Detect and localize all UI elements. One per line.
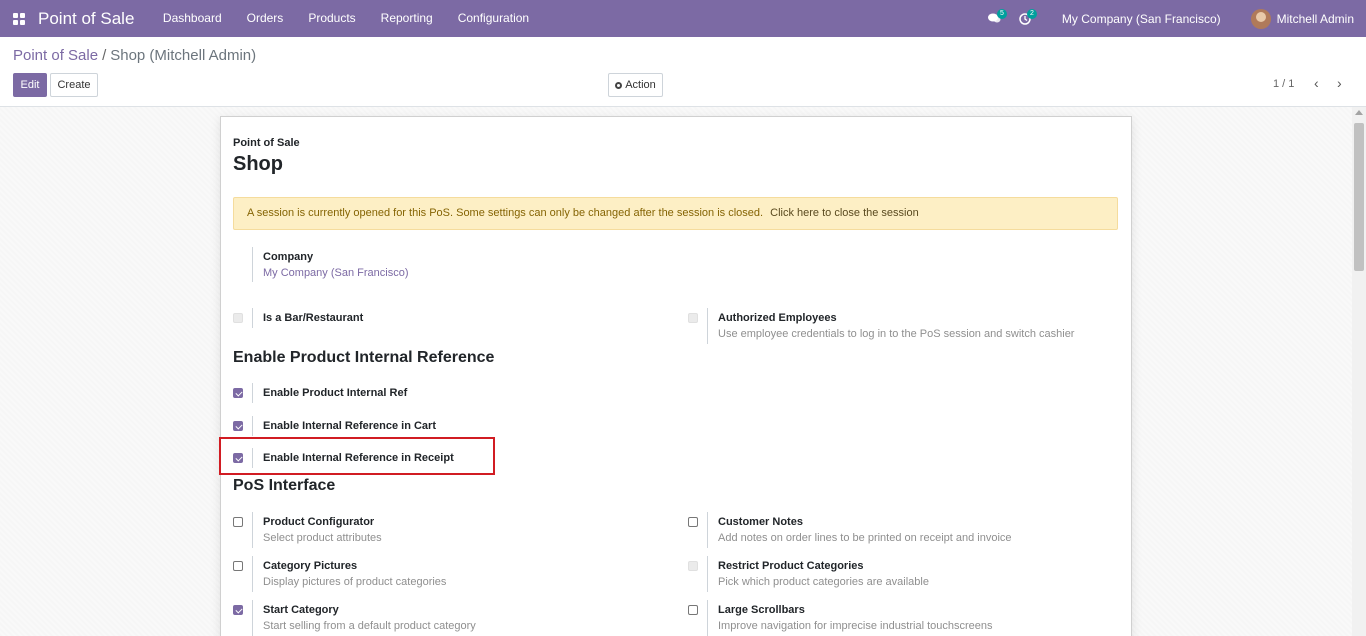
top-navbar: Point of Sale Dashboard Orders Products … <box>0 0 1366 37</box>
restrict-categories-desc: Pick which product categories are availa… <box>718 576 929 588</box>
company-switcher[interactable]: My Company (San Francisco) <box>1062 12 1221 26</box>
bar-restaurant-checkbox[interactable] <box>233 313 243 323</box>
scroll-up-arrow-icon[interactable] <box>1355 110 1363 115</box>
field-divider <box>707 512 708 548</box>
messages-button[interactable]: 5 <box>980 0 1010 37</box>
apps-menu-icon[interactable] <box>0 0 38 37</box>
edit-button[interactable]: Edit <box>13 73 47 97</box>
field-divider <box>252 308 253 328</box>
authorized-employees-label: Authorized Employees <box>718 312 837 324</box>
create-button[interactable]: Create <box>50 73 98 97</box>
menu-dashboard[interactable]: Dashboard <box>150 0 234 37</box>
company-value[interactable]: My Company (San Francisco) <box>263 267 409 279</box>
field-divider <box>252 600 253 636</box>
section-internal-reference: Enable Product Internal Reference <box>233 349 495 366</box>
pager-next-button[interactable]: › <box>1337 75 1342 91</box>
messages-badge: 5 <box>996 9 1007 19</box>
section-pos-interface: PoS Interface <box>233 477 336 494</box>
activities-button[interactable]: 2 <box>1010 0 1040 37</box>
large-scrollbars-desc: Improve navigation for imprecise industr… <box>718 620 993 632</box>
field-divider <box>252 383 253 403</box>
user-name: Mitchell Admin <box>1276 11 1354 26</box>
company-label: Company <box>263 251 314 263</box>
menu-products[interactable]: Products <box>296 0 368 37</box>
field-divider <box>252 247 253 282</box>
customer-notes-checkbox[interactable] <box>688 517 698 527</box>
authorized-employees-desc: Use employee credentials to log in to th… <box>718 328 1075 340</box>
app-brand[interactable]: Point of Sale <box>38 9 134 29</box>
action-button[interactable]: Action <box>608 73 663 97</box>
menu-reporting[interactable]: Reporting <box>368 0 445 37</box>
category-pictures-checkbox[interactable] <box>233 561 243 571</box>
field-divider <box>707 308 708 344</box>
internal-ref-label: Enable Product Internal Ref <box>263 387 408 399</box>
systray: 5 2 My Company (San Francisco) Mitchell … <box>980 0 1366 37</box>
restrict-categories-checkbox[interactable] <box>688 561 698 571</box>
session-alert: A session is currently opened for this P… <box>233 197 1118 230</box>
bar-restaurant-label: Is a Bar/Restaurant <box>263 312 364 324</box>
field-divider <box>252 416 253 436</box>
user-menu[interactable]: Mitchell Admin <box>1250 8 1354 29</box>
pager-value[interactable]: 1 / 1 <box>1273 78 1294 90</box>
avatar <box>1250 8 1271 29</box>
product-configurator-desc: Select product attributes <box>263 532 382 544</box>
field-divider <box>252 556 253 592</box>
field-divider <box>252 512 253 548</box>
control-panel: Point of Sale / Shop (Mitchell Admin) Edit… <box>0 37 1366 107</box>
start-category-desc: Start selling from a default product cat… <box>263 620 476 632</box>
record-label: Point of Sale <box>233 137 300 149</box>
breadcrumb-separator: / <box>102 47 107 64</box>
highlight-box <box>219 437 495 475</box>
action-label: Action <box>625 79 656 91</box>
start-category-checkbox[interactable] <box>233 605 243 615</box>
product-configurator-checkbox[interactable] <box>233 517 243 527</box>
product-configurator-label: Product Configurator <box>263 516 375 528</box>
form-sheet: Point of Sale Shop A session is currentl… <box>220 116 1132 636</box>
category-pictures-desc: Display pictures of product categories <box>263 576 447 588</box>
breadcrumb-pos[interactable]: Point of Sale <box>13 47 98 64</box>
close-session-link[interactable]: Click here to close the session <box>770 207 919 219</box>
authorized-employees-checkbox[interactable] <box>688 313 698 323</box>
gear-icon <box>615 81 623 89</box>
alert-text: A session is currently opened for this P… <box>247 207 764 219</box>
internal-ref-cart-checkbox[interactable] <box>233 421 243 431</box>
internal-ref-cart-label: Enable Internal Reference in Cart <box>263 420 436 432</box>
field-divider <box>707 600 708 636</box>
scrollbar[interactable] <box>1352 107 1366 636</box>
breadcrumb-current: Shop (Mitchell Admin) <box>110 47 257 64</box>
restrict-categories-label: Restrict Product Categories <box>718 560 864 572</box>
scroll-thumb[interactable] <box>1354 123 1364 271</box>
customer-notes-label: Customer Notes <box>718 516 803 528</box>
record-title: Shop <box>233 153 283 175</box>
pager-previous-button[interactable]: ‹ <box>1314 75 1319 91</box>
category-pictures-label: Category Pictures <box>263 560 358 572</box>
large-scrollbars-label: Large Scrollbars <box>718 604 805 616</box>
breadcrumb: Point of Sale / Shop (Mitchell Admin) <box>13 47 256 64</box>
internal-ref-checkbox[interactable] <box>233 388 243 398</box>
menu-configuration[interactable]: Configuration <box>445 0 541 37</box>
customer-notes-desc: Add notes on order lines to be printed o… <box>718 532 1012 544</box>
start-category-label: Start Category <box>263 604 339 616</box>
activities-badge: 2 <box>1026 9 1037 19</box>
field-divider <box>707 556 708 592</box>
large-scrollbars-checkbox[interactable] <box>688 605 698 615</box>
menu-orders[interactable]: Orders <box>234 0 296 37</box>
main-menu: Dashboard Orders Products Reporting Conf… <box>150 0 541 37</box>
